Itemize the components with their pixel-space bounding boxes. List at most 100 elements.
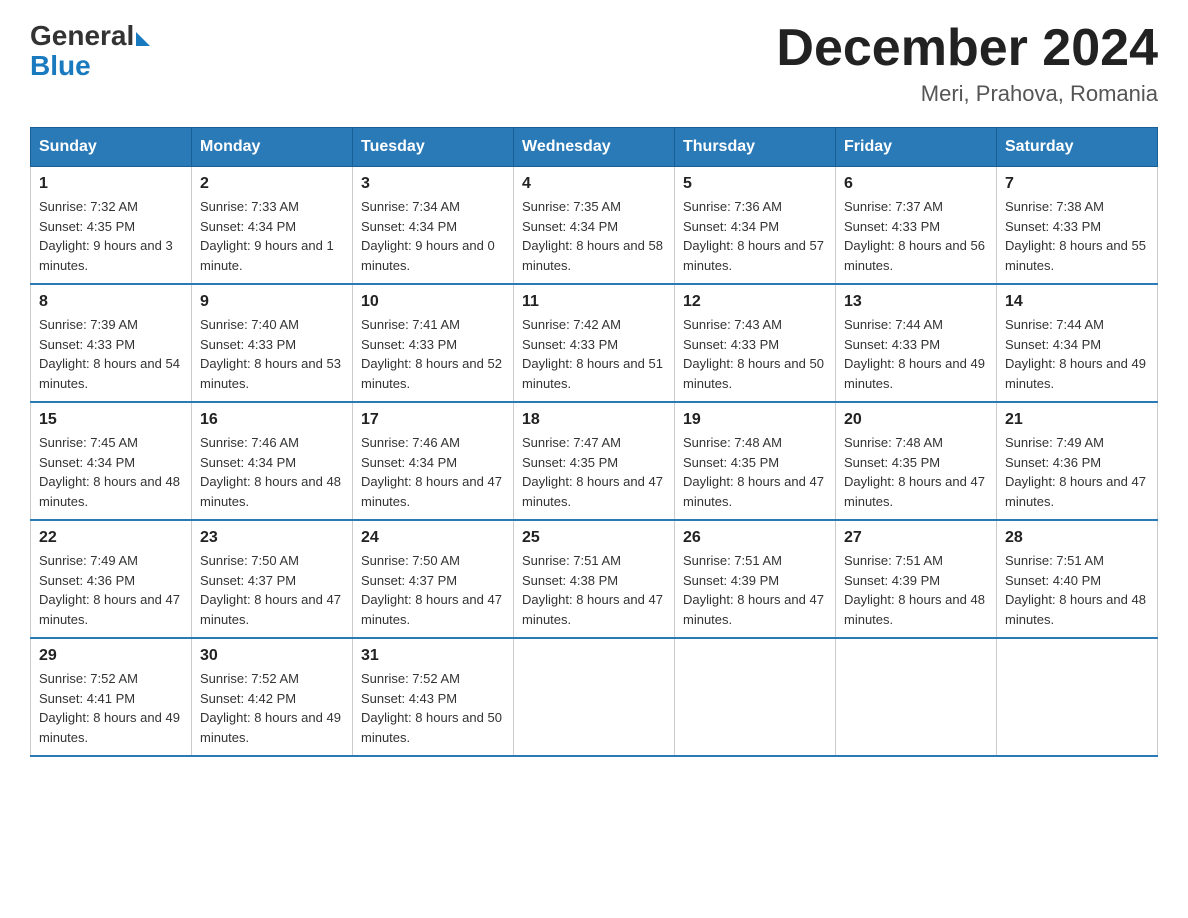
day-info: Sunrise: 7:52 AMSunset: 4:41 PMDaylight:… (39, 671, 180, 745)
calendar-cell: 18 Sunrise: 7:47 AMSunset: 4:35 PMDaylig… (514, 402, 675, 520)
calendar-cell: 10 Sunrise: 7:41 AMSunset: 4:33 PMDaylig… (353, 284, 514, 402)
calendar-cell: 14 Sunrise: 7:44 AMSunset: 4:34 PMDaylig… (997, 284, 1158, 402)
calendar-body: 1 Sunrise: 7:32 AMSunset: 4:35 PMDayligh… (31, 167, 1158, 757)
day-number: 22 (39, 529, 183, 547)
calendar-cell: 2 Sunrise: 7:33 AMSunset: 4:34 PMDayligh… (192, 167, 353, 285)
day-number: 31 (361, 647, 505, 665)
week-row-5: 29 Sunrise: 7:52 AMSunset: 4:41 PMDaylig… (31, 638, 1158, 756)
calendar-cell: 20 Sunrise: 7:48 AMSunset: 4:35 PMDaylig… (836, 402, 997, 520)
calendar-cell: 29 Sunrise: 7:52 AMSunset: 4:41 PMDaylig… (31, 638, 192, 756)
day-info: Sunrise: 7:51 AMSunset: 4:38 PMDaylight:… (522, 553, 663, 627)
week-row-1: 1 Sunrise: 7:32 AMSunset: 4:35 PMDayligh… (31, 167, 1158, 285)
day-number: 16 (200, 411, 344, 429)
calendar-cell: 13 Sunrise: 7:44 AMSunset: 4:33 PMDaylig… (836, 284, 997, 402)
calendar-cell: 11 Sunrise: 7:42 AMSunset: 4:33 PMDaylig… (514, 284, 675, 402)
day-number: 4 (522, 175, 666, 193)
calendar-cell: 25 Sunrise: 7:51 AMSunset: 4:38 PMDaylig… (514, 520, 675, 638)
day-number: 9 (200, 293, 344, 311)
logo-general-text: General (30, 20, 134, 52)
day-info: Sunrise: 7:37 AMSunset: 4:33 PMDaylight:… (844, 199, 985, 273)
day-info: Sunrise: 7:47 AMSunset: 4:35 PMDaylight:… (522, 435, 663, 509)
day-info: Sunrise: 7:49 AMSunset: 4:36 PMDaylight:… (39, 553, 180, 627)
day-number: 14 (1005, 293, 1149, 311)
day-info: Sunrise: 7:32 AMSunset: 4:35 PMDaylight:… (39, 199, 173, 273)
day-number: 10 (361, 293, 505, 311)
calendar-cell: 9 Sunrise: 7:40 AMSunset: 4:33 PMDayligh… (192, 284, 353, 402)
day-info: Sunrise: 7:48 AMSunset: 4:35 PMDaylight:… (683, 435, 824, 509)
calendar-cell: 3 Sunrise: 7:34 AMSunset: 4:34 PMDayligh… (353, 167, 514, 285)
day-info: Sunrise: 7:50 AMSunset: 4:37 PMDaylight:… (361, 553, 502, 627)
calendar-header: SundayMondayTuesdayWednesdayThursdayFrid… (31, 128, 1158, 167)
day-number: 5 (683, 175, 827, 193)
week-row-3: 15 Sunrise: 7:45 AMSunset: 4:34 PMDaylig… (31, 402, 1158, 520)
day-info: Sunrise: 7:39 AMSunset: 4:33 PMDaylight:… (39, 317, 180, 391)
day-number: 21 (1005, 411, 1149, 429)
day-info: Sunrise: 7:34 AMSunset: 4:34 PMDaylight:… (361, 199, 495, 273)
calendar-cell: 21 Sunrise: 7:49 AMSunset: 4:36 PMDaylig… (997, 402, 1158, 520)
day-number: 12 (683, 293, 827, 311)
day-info: Sunrise: 7:36 AMSunset: 4:34 PMDaylight:… (683, 199, 824, 273)
day-info: Sunrise: 7:46 AMSunset: 4:34 PMDaylight:… (361, 435, 502, 509)
calendar-cell: 26 Sunrise: 7:51 AMSunset: 4:39 PMDaylig… (675, 520, 836, 638)
logo: General Blue (30, 20, 150, 82)
day-info: Sunrise: 7:46 AMSunset: 4:34 PMDaylight:… (200, 435, 341, 509)
calendar-cell (675, 638, 836, 756)
day-number: 20 (844, 411, 988, 429)
day-info: Sunrise: 7:51 AMSunset: 4:39 PMDaylight:… (683, 553, 824, 627)
title-block: December 2024 Meri, Prahova, Romania (776, 20, 1158, 107)
header-cell-wednesday: Wednesday (514, 128, 675, 167)
day-number: 29 (39, 647, 183, 665)
day-info: Sunrise: 7:51 AMSunset: 4:39 PMDaylight:… (844, 553, 985, 627)
week-row-2: 8 Sunrise: 7:39 AMSunset: 4:33 PMDayligh… (31, 284, 1158, 402)
logo-blue-text: Blue (30, 50, 91, 82)
day-number: 19 (683, 411, 827, 429)
day-info: Sunrise: 7:41 AMSunset: 4:33 PMDaylight:… (361, 317, 502, 391)
week-row-4: 22 Sunrise: 7:49 AMSunset: 4:36 PMDaylig… (31, 520, 1158, 638)
day-number: 13 (844, 293, 988, 311)
calendar-cell: 16 Sunrise: 7:46 AMSunset: 4:34 PMDaylig… (192, 402, 353, 520)
day-number: 24 (361, 529, 505, 547)
header-cell-sunday: Sunday (31, 128, 192, 167)
calendar-cell: 27 Sunrise: 7:51 AMSunset: 4:39 PMDaylig… (836, 520, 997, 638)
calendar-cell (514, 638, 675, 756)
day-info: Sunrise: 7:44 AMSunset: 4:33 PMDaylight:… (844, 317, 985, 391)
day-number: 2 (200, 175, 344, 193)
logo-text: General (30, 20, 150, 52)
day-info: Sunrise: 7:52 AMSunset: 4:42 PMDaylight:… (200, 671, 341, 745)
calendar-cell: 31 Sunrise: 7:52 AMSunset: 4:43 PMDaylig… (353, 638, 514, 756)
calendar-cell: 7 Sunrise: 7:38 AMSunset: 4:33 PMDayligh… (997, 167, 1158, 285)
calendar-cell: 17 Sunrise: 7:46 AMSunset: 4:34 PMDaylig… (353, 402, 514, 520)
calendar-cell: 24 Sunrise: 7:50 AMSunset: 4:37 PMDaylig… (353, 520, 514, 638)
calendar-cell: 19 Sunrise: 7:48 AMSunset: 4:35 PMDaylig… (675, 402, 836, 520)
logo-arrow-icon (136, 32, 150, 46)
calendar-cell: 30 Sunrise: 7:52 AMSunset: 4:42 PMDaylig… (192, 638, 353, 756)
day-number: 27 (844, 529, 988, 547)
calendar-table: SundayMondayTuesdayWednesdayThursdayFrid… (30, 127, 1158, 757)
calendar-cell (836, 638, 997, 756)
calendar-cell: 22 Sunrise: 7:49 AMSunset: 4:36 PMDaylig… (31, 520, 192, 638)
day-info: Sunrise: 7:51 AMSunset: 4:40 PMDaylight:… (1005, 553, 1146, 627)
day-info: Sunrise: 7:35 AMSunset: 4:34 PMDaylight:… (522, 199, 663, 273)
day-number: 23 (200, 529, 344, 547)
day-number: 8 (39, 293, 183, 311)
page-header: General Blue December 2024 Meri, Prahova… (30, 20, 1158, 107)
header-cell-saturday: Saturday (997, 128, 1158, 167)
day-number: 28 (1005, 529, 1149, 547)
day-info: Sunrise: 7:52 AMSunset: 4:43 PMDaylight:… (361, 671, 502, 745)
header-row: SundayMondayTuesdayWednesdayThursdayFrid… (31, 128, 1158, 167)
calendar-cell: 5 Sunrise: 7:36 AMSunset: 4:34 PMDayligh… (675, 167, 836, 285)
day-number: 11 (522, 293, 666, 311)
location-subtitle: Meri, Prahova, Romania (776, 81, 1158, 107)
day-info: Sunrise: 7:49 AMSunset: 4:36 PMDaylight:… (1005, 435, 1146, 509)
day-info: Sunrise: 7:50 AMSunset: 4:37 PMDaylight:… (200, 553, 341, 627)
day-number: 18 (522, 411, 666, 429)
header-cell-thursday: Thursday (675, 128, 836, 167)
day-info: Sunrise: 7:44 AMSunset: 4:34 PMDaylight:… (1005, 317, 1146, 391)
calendar-cell: 28 Sunrise: 7:51 AMSunset: 4:40 PMDaylig… (997, 520, 1158, 638)
calendar-cell: 4 Sunrise: 7:35 AMSunset: 4:34 PMDayligh… (514, 167, 675, 285)
day-number: 7 (1005, 175, 1149, 193)
day-number: 1 (39, 175, 183, 193)
day-number: 15 (39, 411, 183, 429)
header-cell-monday: Monday (192, 128, 353, 167)
header-cell-tuesday: Tuesday (353, 128, 514, 167)
